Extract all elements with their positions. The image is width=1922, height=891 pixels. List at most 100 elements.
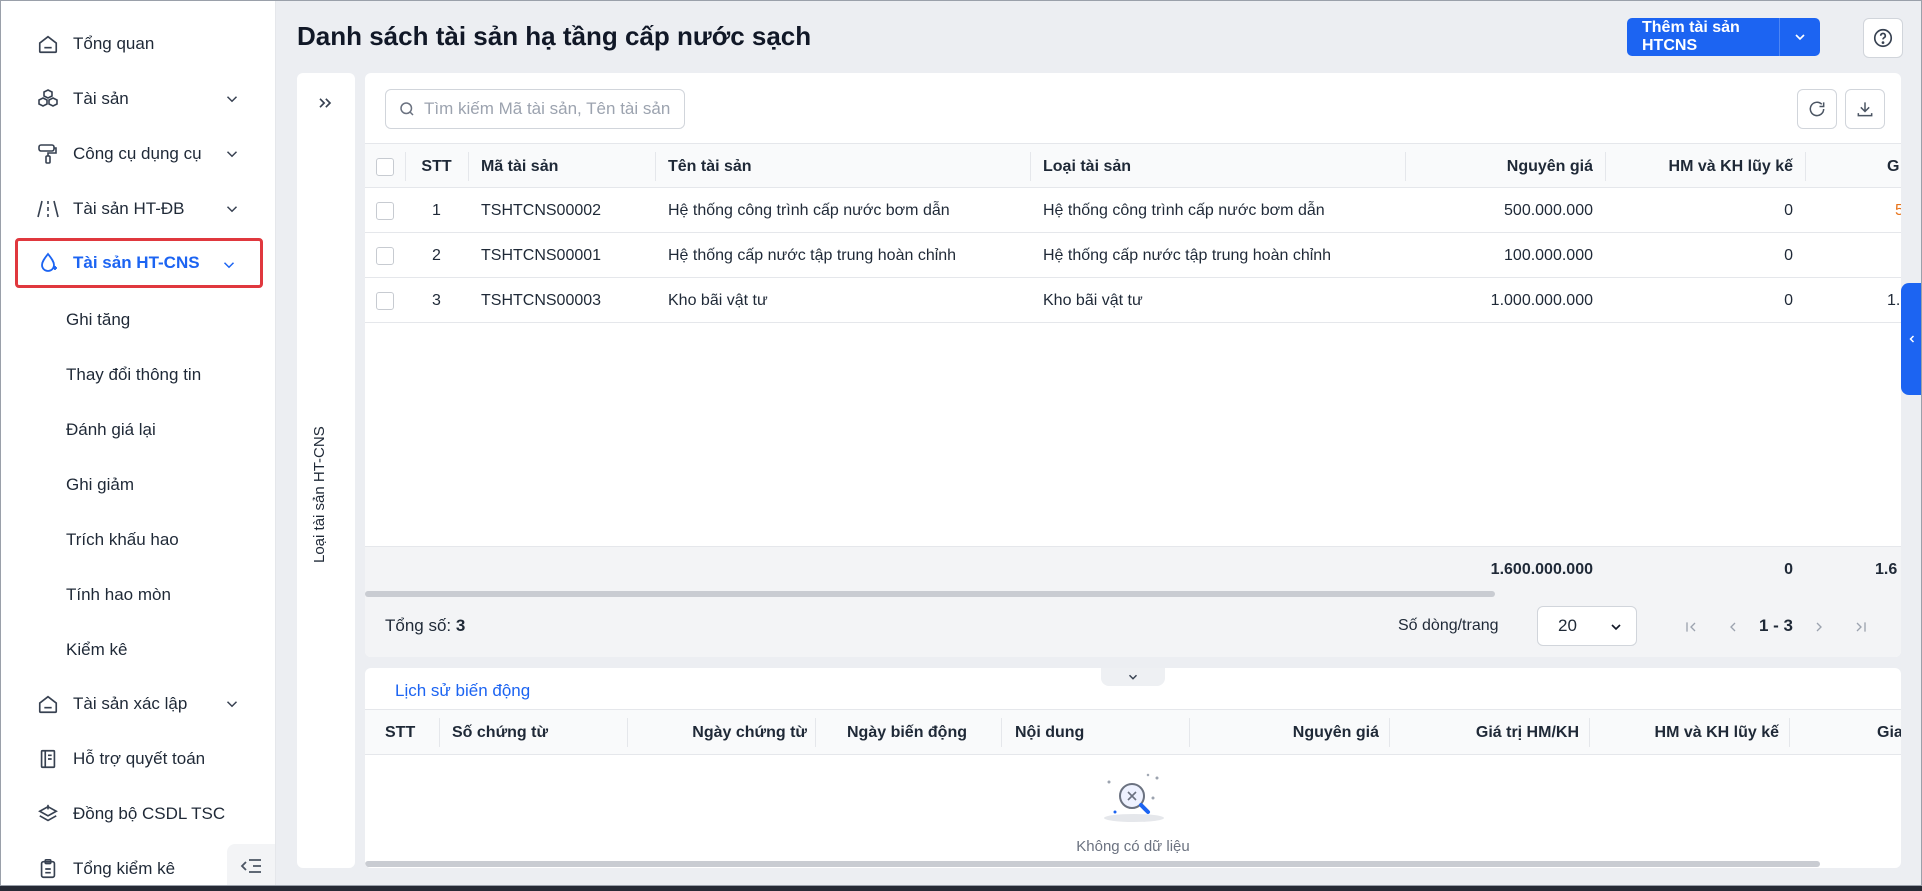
total-count-value: 3 bbox=[455, 616, 466, 635]
sidebar-subitem-kiem-ke[interactable]: Kiểm kê bbox=[66, 633, 127, 667]
hist-col-content: Nội dung bbox=[1015, 723, 1085, 741]
column-divider bbox=[1030, 152, 1031, 181]
sidebar-item-tai-san-xac-lap[interactable]: Tài sản xác lập bbox=[15, 680, 263, 728]
total-extra: 1.6 bbox=[1875, 560, 1898, 578]
rows-per-page-label: Số dòng/trang bbox=[1398, 617, 1499, 634]
select-all-cell bbox=[365, 144, 405, 189]
total-cost: 1.600.000.000 bbox=[1490, 560, 1593, 578]
sidebar-item-label: Đồng bộ CSDL TSC bbox=[73, 804, 226, 823]
add-asset-dropdown-toggle[interactable] bbox=[1780, 29, 1820, 45]
table-row[interactable]: 2 TSHTCNS00001 Hệ thống cấp nước tập tru… bbox=[365, 233, 1901, 278]
sidebar-item-label: Hỗ trợ quyết toán bbox=[73, 749, 206, 768]
row-checkbox[interactable] bbox=[376, 246, 394, 265]
prev-page-button[interactable] bbox=[1723, 617, 1743, 637]
column-divider bbox=[1789, 718, 1790, 747]
chevron-down-icon bbox=[226, 151, 238, 158]
cell-type: Hệ thống công trình cấp nước bơm dẫn bbox=[1043, 201, 1325, 219]
chevron-left-icon bbox=[1730, 622, 1736, 632]
next-page-button[interactable] bbox=[1809, 617, 1829, 637]
pagination-bar: Tổng số: 3 Số dòng/trang 20 1 - 3 bbox=[365, 598, 1901, 657]
hist-col-accumulated: HM và KH lũy kế bbox=[1654, 723, 1779, 741]
empty-data-icon bbox=[1101, 768, 1167, 829]
hist-col-depreciation-value: Giá trị HM/KH bbox=[1475, 723, 1579, 741]
last-page-button[interactable] bbox=[1851, 617, 1871, 637]
col-code: Mã tài sản bbox=[481, 157, 559, 175]
sidebar-item-tong-kiem-ke[interactable]: Tổng kiểm kê bbox=[15, 845, 263, 885]
sidebar-item-tai-san-ht-db[interactable]: Tài sản HT-ĐB bbox=[15, 185, 263, 233]
cell-depreciation: 0 bbox=[1784, 246, 1793, 264]
chevron-down-icon bbox=[226, 96, 238, 103]
refresh-button[interactable] bbox=[1797, 89, 1837, 129]
help-button[interactable] bbox=[1863, 18, 1903, 58]
cell-cost: 500.000.000 bbox=[1504, 201, 1593, 219]
sidebar-subitem-thay-doi-thong-tin[interactable]: Thay đổi thông tin bbox=[66, 358, 201, 392]
hist-col-doc-date: Ngày chứng từ bbox=[692, 723, 807, 741]
asset-type-panel: Loại tài sản HT-CNS bbox=[297, 73, 355, 868]
first-page-button[interactable] bbox=[1681, 617, 1701, 637]
horizontal-scrollbar[interactable] bbox=[365, 860, 1901, 868]
column-divider bbox=[655, 152, 656, 181]
download-icon bbox=[1857, 102, 1873, 117]
column-divider bbox=[468, 152, 469, 181]
collapse-sidebar-button[interactable] bbox=[227, 844, 275, 885]
column-divider bbox=[1805, 152, 1806, 181]
open-drawer-tab[interactable] bbox=[1901, 283, 1921, 395]
first-page-icon bbox=[1686, 622, 1696, 632]
history-tab[interactable]: Lịch sử biến động bbox=[395, 681, 530, 701]
search-input[interactable] bbox=[424, 99, 674, 119]
sidebar-subitem-ghi-tang[interactable]: Ghi tăng bbox=[66, 303, 130, 337]
scrollbar-thumb[interactable] bbox=[365, 861, 1820, 867]
col-cost: Nguyên giá bbox=[1506, 157, 1593, 175]
chevron-down-icon bbox=[226, 701, 238, 708]
row-checkbox[interactable] bbox=[376, 201, 394, 220]
question-circle-icon bbox=[1873, 28, 1893, 48]
hist-col-cost: Nguyên giá bbox=[1292, 723, 1379, 741]
sidebar-item-tai-san-ht-cns[interactable]: Tài sản HT-CNS bbox=[15, 238, 263, 288]
ledger-icon bbox=[35, 746, 61, 772]
sidebar-item-tai-san[interactable]: Tài sản bbox=[15, 75, 263, 123]
asset-list-card: STT Mã tài sản Tên tài sản Loại tài sản … bbox=[365, 73, 1901, 657]
column-divider bbox=[439, 718, 440, 747]
sidebar-item-label: Tổng kiểm kê bbox=[73, 859, 176, 878]
cell-type: Kho bãi vật tư bbox=[1043, 291, 1143, 309]
scrollbar-thumb[interactable] bbox=[365, 591, 1495, 597]
table-row[interactable]: 3 TSHTCNS00003 Kho bãi vật tư Kho bãi vậ… bbox=[365, 278, 1901, 323]
select-all-checkbox[interactable] bbox=[376, 157, 394, 176]
cell-code: TSHTCNS00002 bbox=[481, 201, 602, 219]
search-box[interactable] bbox=[385, 89, 685, 129]
sidebar-subitem-danh-gia-lai[interactable]: Đánh giá lại bbox=[66, 413, 156, 447]
sidebar-item-ho-tro-quyet-toan[interactable]: Hỗ trợ quyết toán bbox=[15, 735, 263, 783]
hist-col-change-date: Ngày biến động bbox=[847, 723, 967, 741]
expand-panel-button[interactable] bbox=[315, 93, 335, 118]
cell-cost: 1.000.000.000 bbox=[1490, 291, 1593, 309]
cell-code: TSHTCNS00003 bbox=[481, 291, 602, 309]
col-type: Loại tài sản bbox=[1043, 157, 1132, 175]
total-count-label: Tổng số: bbox=[385, 616, 452, 635]
sidebar-subitem-trich-khau-hao[interactable]: Trích khấu hao bbox=[66, 523, 179, 557]
download-button[interactable] bbox=[1845, 89, 1885, 129]
sidebar-item-tong-quan[interactable]: Tổng quan bbox=[15, 20, 263, 68]
history-toggle-button[interactable] bbox=[1101, 668, 1165, 686]
page-title: Danh sách tài sản hạ tầng cấp nước sạch bbox=[297, 21, 812, 51]
paint-roller-icon bbox=[35, 141, 61, 167]
table-row[interactable]: 1 TSHTCNS00002 Hệ thống công trình cấp n… bbox=[365, 188, 1901, 233]
sidebar-subitem-tinh-hao-mon[interactable]: Tính hao mòn bbox=[66, 578, 171, 612]
total-count: Tổng số: 3 bbox=[385, 616, 465, 636]
search-icon bbox=[400, 102, 414, 116]
cell-depreciation: 0 bbox=[1784, 201, 1793, 219]
add-asset-button[interactable]: Thêm tài sản HTCNS bbox=[1627, 18, 1820, 56]
row-select-cell bbox=[365, 278, 405, 323]
row-checkbox[interactable] bbox=[376, 291, 394, 310]
sidebar-item-dong-bo-csdl[interactable]: Đồng bộ CSDL TSC bbox=[15, 790, 263, 838]
sidebar-subitem-ghi-giam[interactable]: Ghi giảm bbox=[66, 468, 134, 502]
last-page-icon bbox=[1856, 622, 1866, 632]
horizontal-scrollbar[interactable] bbox=[365, 590, 1901, 598]
rows-per-page-select[interactable]: 20 bbox=[1537, 606, 1637, 646]
total-depreciation: 0 bbox=[1784, 560, 1793, 578]
sidebar-item-label: Tài sản bbox=[73, 89, 129, 108]
sidebar-item-cong-cu[interactable]: Công cụ dụng cụ bbox=[15, 130, 263, 178]
cubes-icon bbox=[35, 86, 61, 112]
cell-type: Hệ thống cấp nước tập trung hoàn chỉnh bbox=[1043, 246, 1332, 264]
row-select-cell bbox=[365, 188, 405, 233]
cell-name: Hệ thống cấp nước tập trung hoàn chỉnh bbox=[668, 246, 957, 264]
